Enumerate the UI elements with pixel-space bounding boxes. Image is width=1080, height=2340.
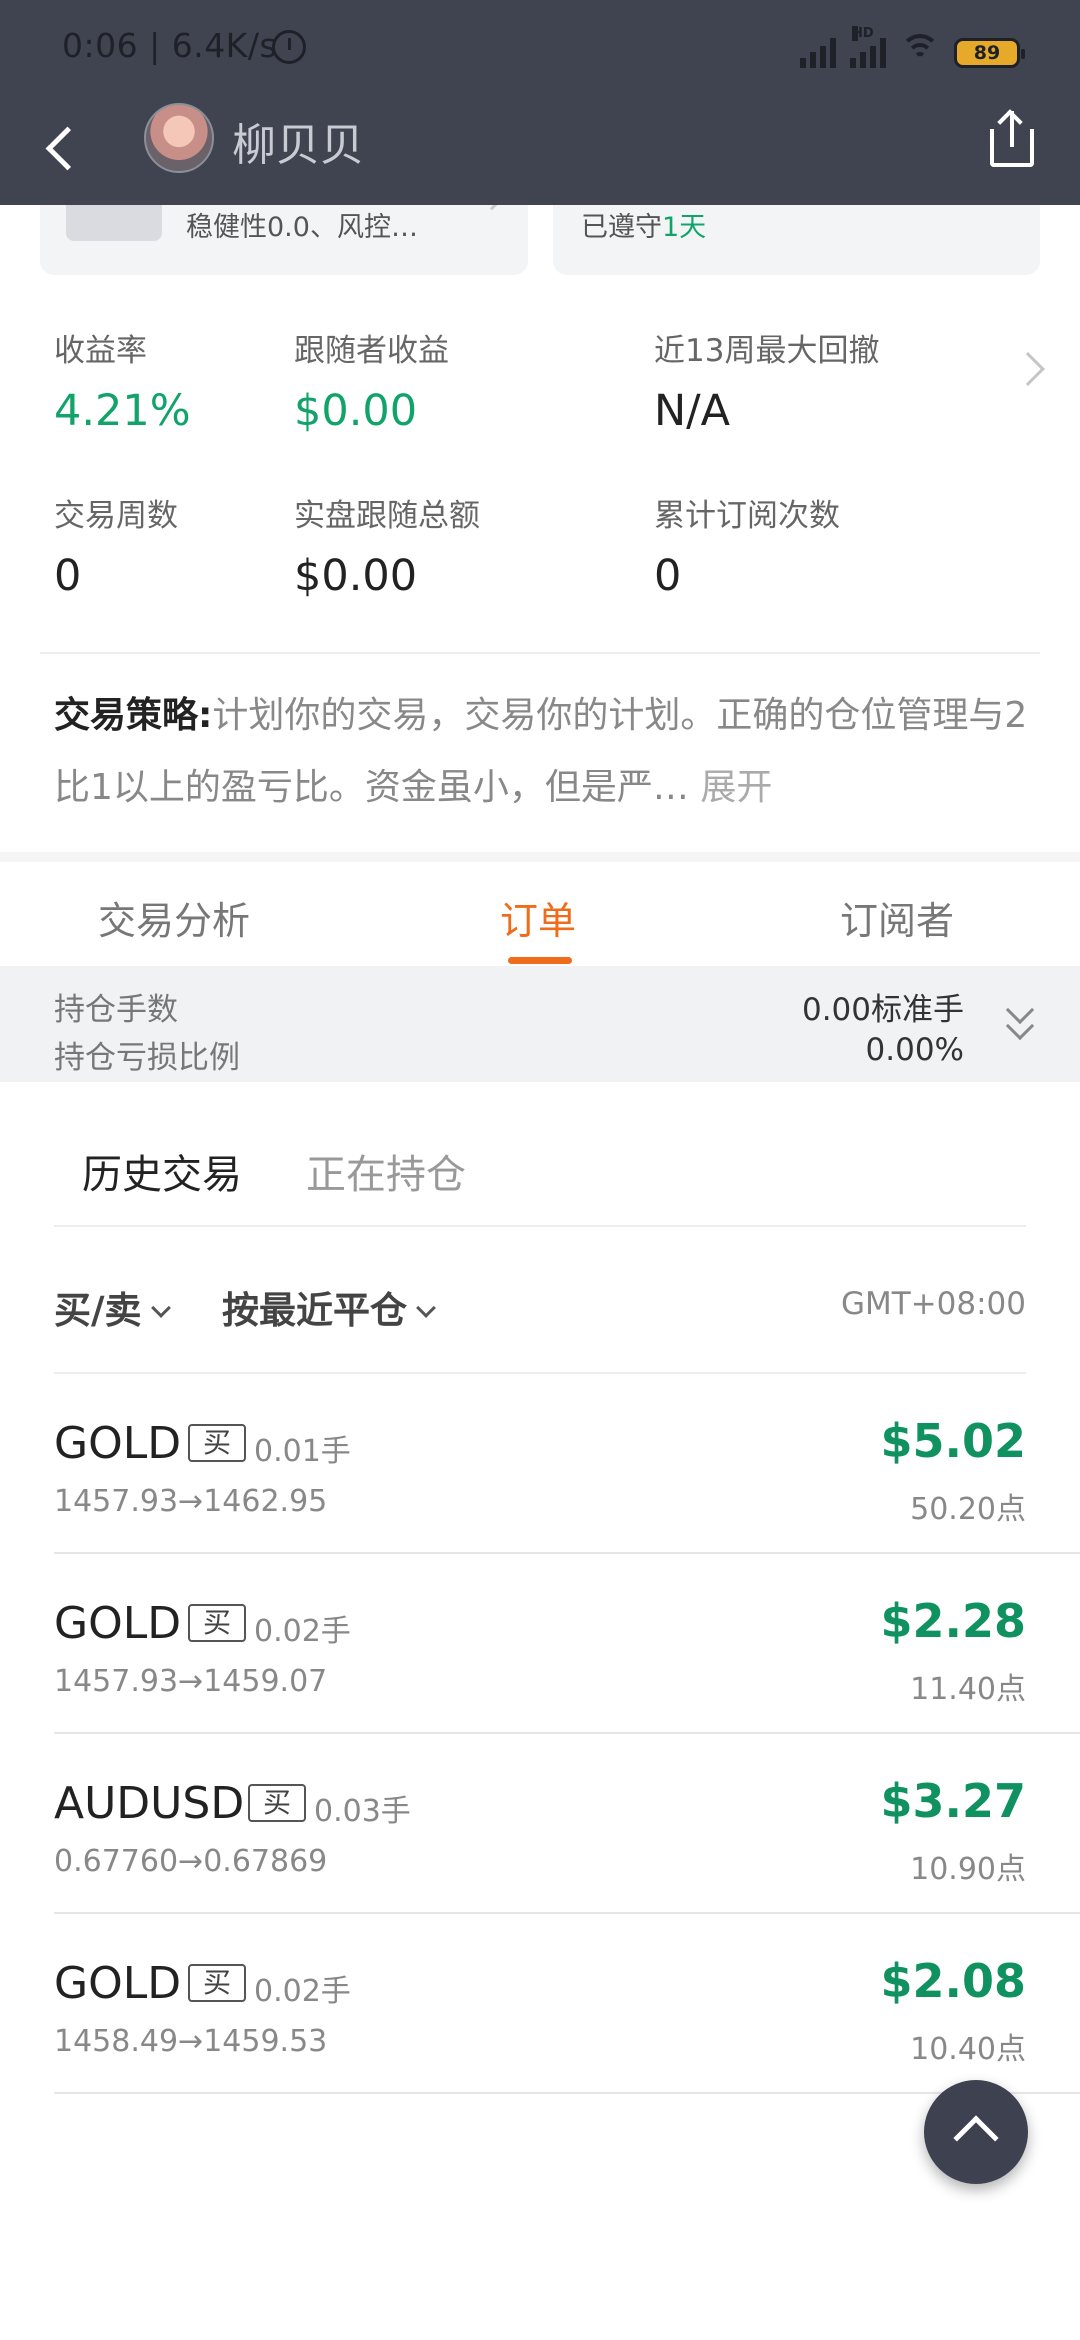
share-icon[interactable] — [986, 107, 1040, 171]
tab-orders[interactable]: 订单 — [500, 890, 576, 945]
stats-grid[interactable]: 收益率 4.21% 跟随者收益 $0.00 近13周最大回撤 N/A 交易周数 … — [0, 315, 1080, 645]
history-subtabs: 历史交易 正在持仓 — [0, 1082, 1080, 1227]
filter-sort[interactable]: 按最近平仓 — [222, 1280, 436, 1334]
position-lots-label: 持仓手数 — [54, 992, 178, 1028]
back-arrow-icon[interactable] — [38, 119, 94, 175]
trade-lot: 0.02手 — [254, 1614, 351, 1649]
signal-icon — [800, 34, 836, 68]
stat-trading-weeks: 交易周数 0 — [54, 498, 178, 601]
rating-card-text: 稳健性0.0、风控… — [186, 212, 418, 243]
trade-symbol: GOLD — [54, 1598, 182, 1649]
trade-prices: 1457.93→1462.95 — [54, 1484, 328, 1519]
divider — [54, 1225, 1026, 1227]
compliance-card-text: 已遵守1天 — [581, 212, 707, 243]
trade-points: 11.40点 — [910, 1672, 1026, 1707]
position-pnl-value: 0.00% — [865, 1032, 964, 1068]
tab-trade-analysis[interactable]: 交易分析 — [98, 890, 250, 945]
caret-down-icon — [150, 1298, 171, 1318]
tab-bar: 交易分析 订单 订阅者 — [0, 862, 1080, 966]
trade-row[interactable]: GOLD 买 0.02手 1458.49→1459.53 $2.08 10.40… — [0, 1914, 1080, 2094]
trade-lot: 0.03手 — [314, 1794, 411, 1829]
strategy-text[interactable]: 交易策略:计划你的交易，交易你的计划。正确的仓位管理与2比1以上的盈亏比。资金虽… — [54, 680, 1034, 824]
trade-row[interactable]: GOLD 买 0.01手 1457.93→1462.95 $5.02 50.20… — [0, 1374, 1080, 1554]
stat-follow-total: 实盘跟随总额 $0.00 — [294, 498, 480, 601]
header: 0:06 | 6.4K/s HD 89 柳贝贝 — [0, 0, 1080, 205]
section-gap — [0, 852, 1080, 862]
subtab-open-positions[interactable]: 正在持仓 — [306, 1142, 466, 1200]
trade-row[interactable]: AUDUSD 买 0.03手 0.67760→0.67869 $3.27 10.… — [0, 1734, 1080, 1914]
timezone-label: GMT+08:00 — [840, 1286, 1026, 1322]
trade-side-badge: 买 — [188, 1604, 246, 1642]
filter-bar: 买/卖 按最近平仓 GMT+08:00 — [0, 1228, 1080, 1374]
page-title: 柳贝贝 — [232, 120, 364, 171]
trade-profit: $5.02 — [880, 1414, 1026, 1468]
caret-down-icon — [416, 1298, 436, 1318]
trade-profit: $2.28 — [880, 1594, 1026, 1648]
nav-bar: 柳贝贝 — [0, 95, 1080, 205]
position-summary[interactable]: 持仓手数 0.00标准手 持仓亏损比例 0.00% — [0, 966, 1080, 1082]
stat-follower-profit: 跟随者收益 $0.00 — [294, 333, 449, 436]
status-time: 0:06 | 6.4K/s — [62, 26, 278, 65]
divider — [40, 652, 1040, 654]
hd-label: HD — [852, 26, 874, 41]
trade-symbol: GOLD — [54, 1418, 182, 1469]
trade-profit: $3.27 — [880, 1774, 1026, 1828]
trade-side-badge: 买 — [248, 1784, 306, 1822]
stat-max-drawdown: 近13周最大回撤 N/A — [654, 333, 880, 436]
avatar[interactable] — [144, 103, 214, 173]
position-lots-value: 0.00标准手 — [801, 992, 964, 1028]
tab-indicator — [508, 957, 572, 964]
position-pnl-label: 持仓亏损比例 — [54, 1040, 240, 1076]
chevron-right-icon[interactable] — [1011, 352, 1045, 386]
trade-symbol: AUDUSD — [54, 1778, 245, 1829]
subtab-history[interactable]: 历史交易 — [82, 1142, 242, 1200]
scroll-to-top-button[interactable] — [924, 2080, 1028, 2184]
stat-subscription-count: 累计订阅次数 0 — [654, 498, 840, 601]
trade-side-badge: 买 — [188, 1964, 246, 2002]
trade-prices: 1458.49→1459.53 — [54, 2024, 328, 2059]
stat-return-rate: 收益率 4.21% — [54, 333, 191, 436]
signal-hd-icon: HD — [850, 26, 886, 68]
trade-points: 10.40点 — [910, 2032, 1026, 2067]
trade-side-badge: 买 — [188, 1424, 246, 1462]
strategy-label: 交易策略: — [54, 695, 213, 736]
status-bar: 0:06 | 6.4K/s HD 89 — [0, 0, 1080, 95]
double-chevron-down-icon[interactable] — [1004, 995, 1038, 1046]
trade-prices: 1457.93→1459.07 — [54, 1664, 328, 1699]
chevron-up-icon — [953, 2115, 999, 2161]
trade-profit: $2.08 — [880, 1954, 1026, 2008]
divider — [54, 2092, 1080, 2094]
alarm-icon — [272, 30, 306, 64]
trade-points: 50.20点 — [910, 1492, 1026, 1527]
trade-symbol: GOLD — [54, 1958, 182, 2009]
trade-prices: 0.67760→0.67869 — [54, 1844, 328, 1879]
expand-link[interactable]: 展开 — [700, 767, 772, 808]
battery-icon: 89 — [954, 38, 1025, 68]
trade-lot: 0.01手 — [254, 1434, 351, 1469]
tab-subscribers[interactable]: 订阅者 — [840, 890, 954, 945]
summary-cards: 稳健性0.0、风控… 已遵守1天 — [0, 145, 1080, 285]
status-icons: HD 89 — [800, 26, 1025, 68]
filter-side[interactable]: 买/卖 — [54, 1280, 171, 1334]
trade-lot: 0.02手 — [254, 1974, 351, 2009]
trade-points: 10.90点 — [910, 1852, 1026, 1887]
trade-row[interactable]: GOLD 买 0.02手 1457.93→1459.07 $2.28 11.40… — [0, 1554, 1080, 1734]
wifi-icon — [900, 34, 940, 68]
